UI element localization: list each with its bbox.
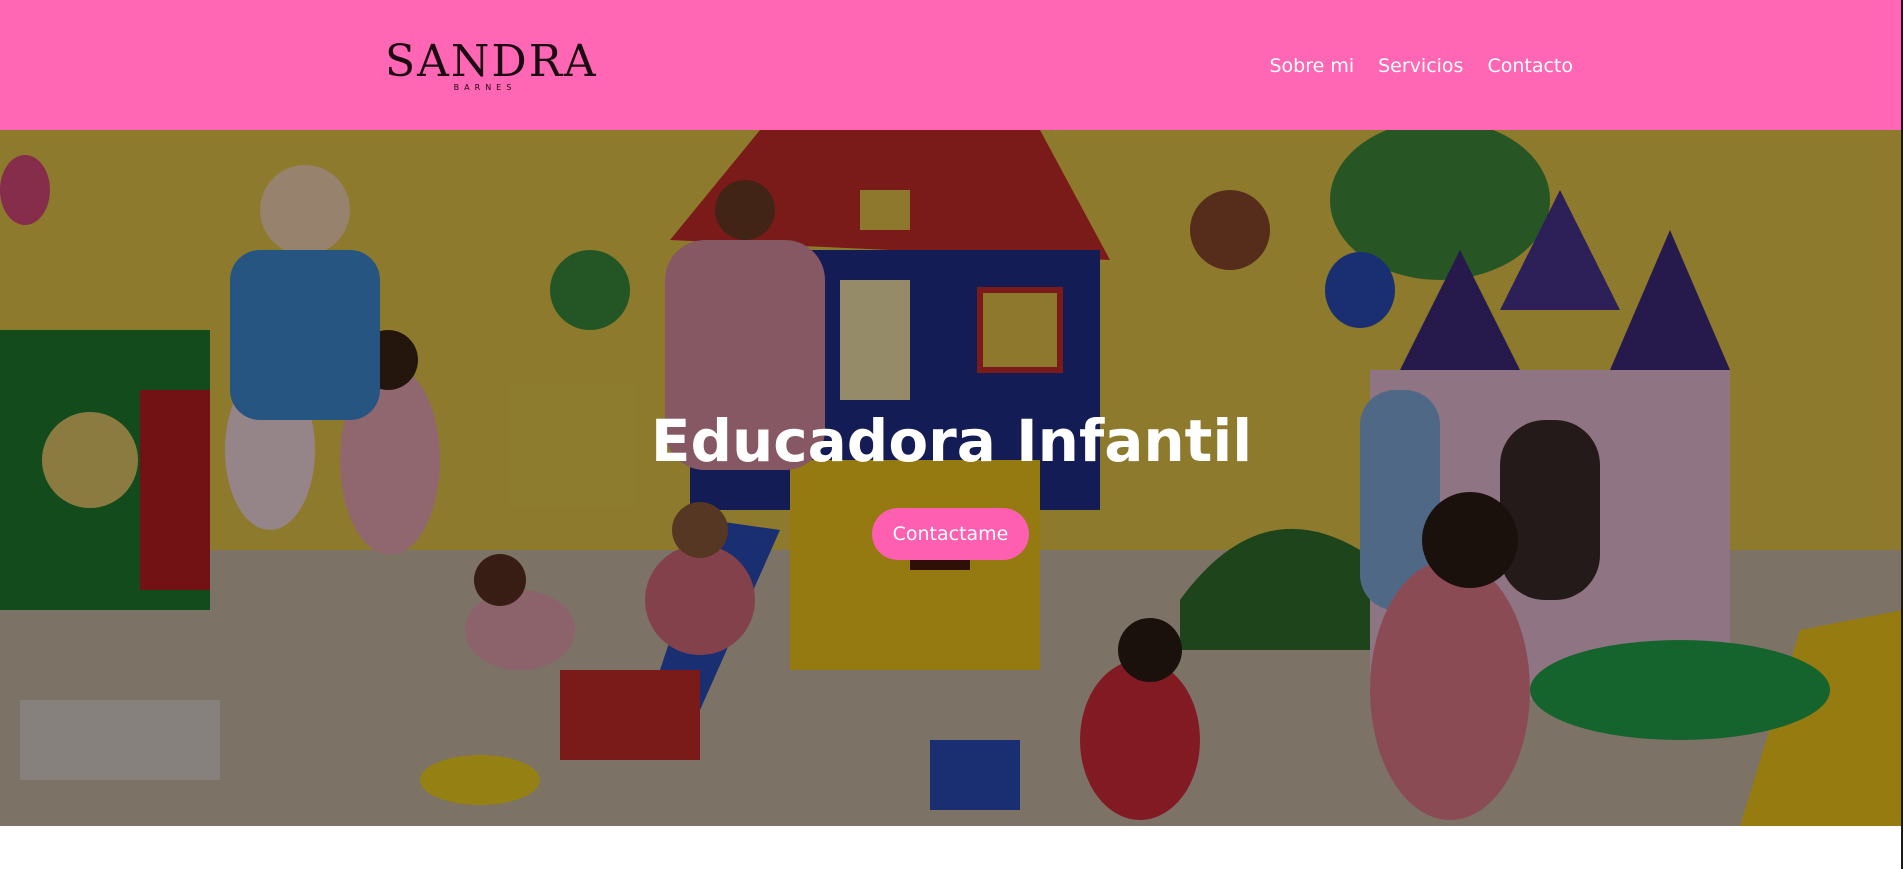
main-nav: Sobre mi Servicios Contacto [1257,52,1573,80]
logo-main-text: SANDRA [385,36,598,87]
site-header: SANDRA BARNES Sobre mi Servicios Contact… [0,0,1903,130]
content-below-hero [0,826,1901,869]
contact-cta-button[interactable]: Contactame [872,508,1029,560]
hero-section: Educadora Infantil Contactame [0,130,1903,826]
nav-link-sobre-mi[interactable]: Sobre mi [1257,52,1366,80]
page: SANDRA BARNES Sobre mi Servicios Contact… [0,0,1903,869]
nav-link-servicios[interactable]: Servicios [1366,52,1475,80]
hero-title: Educadora Infantil [650,407,1253,475]
site-logo[interactable]: SANDRA BARNES [385,36,598,98]
hero-dark-overlay [0,130,1903,826]
nav-link-contacto[interactable]: Contacto [1475,52,1573,80]
